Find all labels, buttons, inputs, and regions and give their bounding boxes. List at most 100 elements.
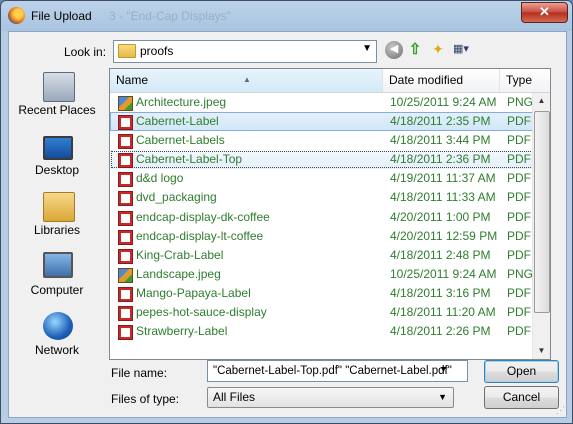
- place-libraries[interactable]: Libraries: [11, 192, 103, 248]
- pdf-file-icon: [118, 306, 133, 322]
- places-bar: Recent Places Desktop Libraries Computer…: [11, 70, 103, 360]
- pdf-file-icon: [118, 153, 133, 169]
- open-button[interactable]: Open: [484, 360, 559, 383]
- file-date: 4/18/2011 2:35 PM: [390, 114, 491, 129]
- file-upload-dialog: File Upload 3 - "End-Cap Displays" ✕ Loo…: [0, 0, 573, 424]
- filename-label: File name:: [111, 366, 168, 380]
- chevron-down-icon: ▼: [438, 392, 447, 402]
- vertical-scrollbar[interactable]: ▲ ▼: [532, 93, 550, 359]
- file-date: 4/18/2011 3:16 PM: [390, 285, 491, 300]
- pdf-file-icon: [118, 191, 133, 207]
- file-row[interactable]: dvd_packaging4/18/2011 11:33 AMPDF Fil: [110, 188, 550, 207]
- file-name: Strawberry-Label: [136, 324, 228, 339]
- place-network[interactable]: Network: [11, 312, 103, 368]
- filename-input[interactable]: "Cabernet-Label-Top.pdf" "Cabernet-Label…: [207, 360, 468, 382]
- file-row[interactable]: Landscape.jpeg10/25/2011 9:24 AMPNG in: [110, 265, 550, 284]
- filetype-value: All Files: [213, 390, 256, 404]
- scroll-down-icon[interactable]: ▼: [533, 343, 550, 359]
- file-name: King-Crab-Label: [136, 247, 224, 262]
- file-date: 4/18/2011 11:20 AM: [390, 305, 496, 320]
- desktop-icon: [43, 136, 73, 160]
- pdf-file-icon: [118, 286, 133, 302]
- file-name: endcap-display-dk-coffee: [136, 209, 270, 224]
- place-label: Network: [34, 343, 79, 357]
- file-row[interactable]: Cabernet-Label4/18/2011 2:35 PMPDF Fil: [110, 112, 550, 132]
- place-computer[interactable]: Computer: [11, 252, 103, 308]
- views-menu-icon[interactable]: ▦▾: [453, 41, 481, 59]
- file-row[interactable]: d&d logo4/19/2011 11:37 AMPDF Fil: [110, 169, 550, 188]
- folder-icon: [118, 44, 136, 58]
- file-name: dvd_packaging: [136, 190, 217, 205]
- place-desktop[interactable]: Desktop: [11, 132, 103, 188]
- file-row[interactable]: Cabernet-Labels4/18/2011 3:44 PMPDF Fil: [110, 131, 550, 150]
- title-bar[interactable]: File Upload 3 - "End-Cap Displays" ✕: [1, 1, 572, 31]
- libraries-icon: [43, 192, 75, 222]
- lookin-dropdown[interactable]: proofs ▼: [113, 40, 377, 63]
- resize-grip-icon[interactable]: ⋰: [556, 405, 565, 416]
- chevron-down-icon: ▼: [362, 43, 372, 54]
- pdf-file-icon: [118, 134, 133, 150]
- place-label: Desktop: [34, 163, 80, 177]
- close-button[interactable]: ✕: [521, 2, 568, 23]
- file-date: 4/19/2011 11:37 AM: [390, 171, 496, 186]
- column-header-type[interactable]: Type: [500, 69, 546, 92]
- lookin-label: Look in:: [64, 45, 107, 59]
- file-name: Cabernet-Labels: [136, 133, 225, 148]
- file-name: Architecture.jpeg: [136, 95, 227, 109]
- file-row[interactable]: endcap-display-dk-coffee 4/20/2011 1:00 P…: [110, 208, 550, 227]
- file-date: 4/18/2011 2:36 PM: [390, 152, 491, 167]
- file-date: 4/18/2011 2:48 PM: [390, 247, 491, 262]
- place-label: Computer: [30, 283, 84, 297]
- file-name: Cabernet-Label-Top: [136, 152, 243, 167]
- file-row[interactable]: Architecture.jpeg10/25/2011 9:24 AMPNG i…: [110, 93, 550, 112]
- network-icon: [43, 312, 73, 340]
- file-row[interactable]: Mango-Papaya-Label4/18/2011 3:16 PMPDF F…: [110, 284, 550, 303]
- file-name: Mango-Papaya-Label: [136, 285, 251, 300]
- chevron-down-icon[interactable]: ▼: [439, 364, 448, 374]
- file-row[interactable]: Strawberry-Label4/18/2011 2:26 PMPDF Fil: [110, 322, 550, 341]
- scroll-up-icon[interactable]: ▲: [533, 93, 550, 109]
- column-header-date[interactable]: Date modified: [383, 69, 500, 92]
- file-date: 10/25/2011 9:24 AM: [390, 95, 497, 109]
- recent-places-icon: [43, 72, 75, 102]
- file-name: Landscape.jpeg: [136, 266, 221, 281]
- window-title: File Upload: [31, 9, 92, 23]
- filetype-select[interactable]: All Files ▼: [207, 387, 454, 408]
- scroll-thumb[interactable]: [534, 111, 550, 313]
- column-header-name[interactable]: Name ▲: [110, 69, 383, 92]
- png-file-icon: [118, 96, 133, 111]
- file-date: 4/18/2011 11:33 AM: [390, 190, 496, 205]
- pdf-file-icon: [118, 172, 133, 188]
- new-folder-icon[interactable]: ✦: [429, 41, 447, 59]
- place-recent-places[interactable]: Recent Places: [11, 72, 103, 128]
- up-folder-icon[interactable]: ⇧: [406, 41, 424, 59]
- file-row[interactable]: pepes-hot-sauce-display 4/18/2011 11:20 A…: [110, 303, 550, 322]
- back-arrow-icon[interactable]: ◀: [385, 41, 403, 59]
- sort-ascending-icon: ▲: [243, 75, 251, 84]
- pdf-file-icon: [118, 229, 133, 245]
- file-name: endcap-display-lt-coffee: [136, 228, 264, 243]
- file-date: 10/25/2011 9:24 AM: [390, 266, 497, 281]
- file-row[interactable]: Cabernet-Label-Top4/18/2011 2:36 PMPDF F…: [110, 150, 550, 170]
- pdf-file-icon: [118, 248, 133, 264]
- computer-icon: [43, 252, 73, 278]
- column-header-row: Name ▲ Date modified Type: [110, 69, 550, 93]
- file-name: Cabernet-Label: [136, 114, 219, 129]
- filetype-label: Files of type:: [111, 392, 180, 406]
- pdf-file-icon: [118, 115, 133, 131]
- file-name: pepes-hot-sauce-display: [136, 305, 267, 320]
- column-name-label: Name: [116, 73, 149, 87]
- file-row[interactable]: endcap-display-lt-coffee 4/20/2011 12:59 …: [110, 227, 550, 246]
- place-label: Recent Places: [18, 103, 96, 117]
- file-date: 4/18/2011 3:44 PM: [390, 133, 491, 148]
- pdf-file-icon: [118, 325, 133, 341]
- pdf-file-icon: [118, 210, 133, 226]
- cancel-button[interactable]: Cancel: [484, 386, 559, 409]
- dialog-body: Look in: proofs ▼ ◀ ⇧ ✦ ▦▾ Recent Places…: [8, 31, 567, 418]
- file-date: 4/18/2011 2:26 PM: [390, 324, 491, 339]
- place-label: Libraries: [33, 223, 81, 237]
- lookin-value: proofs: [140, 44, 174, 58]
- file-list[interactable]: Name ▲ Date modified Type Architecture.j…: [109, 68, 551, 360]
- file-date: 4/20/2011 12:59 PM: [390, 228, 498, 243]
- file-row[interactable]: King-Crab-Label4/18/2011 2:48 PMPDF Fil: [110, 246, 550, 265]
